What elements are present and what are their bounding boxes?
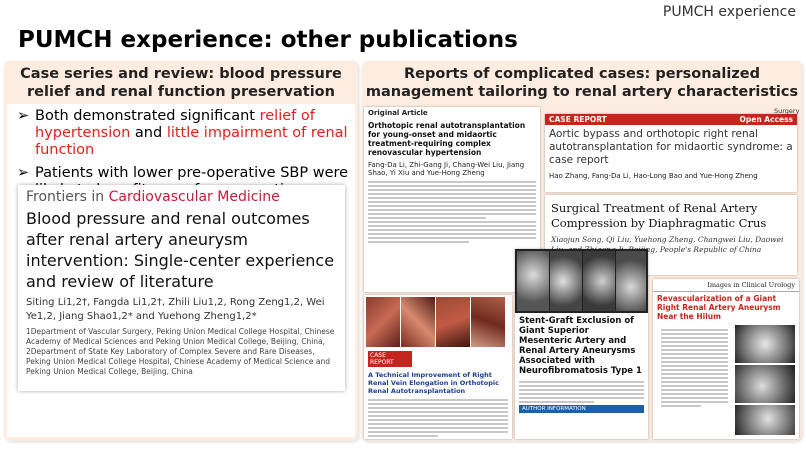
paper-5-title: Stent-Graft Exclusion of Giant Superior … bbox=[519, 316, 642, 376]
article-authors: Siting Li1,2†, Fangda Li1,2†, Zhili Liu1… bbox=[26, 297, 325, 322]
surgical-photo bbox=[436, 297, 470, 347]
paper-4-label: CASE REPORT bbox=[368, 351, 412, 367]
paper-1-authors: Fang-Da Li, Zhi-Gang Ji, Chang-Wei Liu, … bbox=[368, 161, 525, 177]
angiography-image bbox=[616, 251, 646, 311]
bullet-1-text-b: and bbox=[130, 125, 167, 141]
paper-3-title: Surgical Treatment of Renal Artery Compr… bbox=[551, 201, 767, 230]
paper-4-title: A Technical Improvement of Right Renal V… bbox=[368, 371, 499, 395]
bullet-arrow-icon: ➢ bbox=[17, 108, 30, 124]
surgical-photo bbox=[471, 297, 505, 347]
paper-4-body-lines bbox=[368, 399, 508, 437]
paper-2-access: Open Access bbox=[739, 115, 794, 124]
paper-5-section: AUTHOR INFORMATION bbox=[519, 405, 644, 413]
top-label: PUMCH experience bbox=[662, 4, 796, 20]
journal-article-card: Frontiers in Cardiovascular Medicine Blo… bbox=[18, 185, 345, 391]
ct-image bbox=[735, 405, 795, 435]
bullet-1-text-a: Both demonstrated significant bbox=[35, 108, 260, 124]
paper-6-content bbox=[653, 323, 799, 437]
paper-1-label: Original Article bbox=[368, 109, 428, 117]
right-panel-heading: Reports of complicated cases: personaliz… bbox=[365, 66, 799, 100]
bullet-1: ➢ Both demonstrated significant relief o… bbox=[13, 108, 349, 159]
paper-thumbnail-5: Stent-Graft Exclusion of Giant Superior … bbox=[515, 249, 648, 439]
left-panel-heading: Case series and review: blood pressure r… bbox=[20, 66, 342, 100]
journal-name-highlight: Cardiovascular Medicine bbox=[108, 189, 280, 205]
journal-name-prefix: Frontiers in bbox=[26, 189, 109, 205]
paper-thumbnail-2: CASE REPORT Open Access Aortic bypass an… bbox=[545, 114, 797, 192]
surgery-journal-label: Surgery bbox=[774, 107, 800, 115]
paper-2-badge: CASE REPORT bbox=[549, 115, 607, 124]
ct-image bbox=[735, 365, 795, 403]
ct-images bbox=[735, 325, 795, 435]
surgical-photo bbox=[401, 297, 435, 347]
bullet-arrow-icon: ➢ bbox=[17, 165, 30, 181]
surgical-photos bbox=[364, 295, 512, 349]
journal-name: Frontiers in Cardiovascular Medicine bbox=[18, 185, 345, 205]
right-panel: Reports of complicated cases: personaliz… bbox=[362, 61, 802, 441]
paper-6-body-lines bbox=[661, 327, 728, 433]
paper-5-body-lines bbox=[519, 381, 644, 403]
paper-thumbnail-4: CASE REPORT A Technical Improvement of R… bbox=[364, 295, 512, 439]
case-report-bar: CASE REPORT Open Access bbox=[545, 114, 797, 125]
angiography-image bbox=[550, 251, 582, 311]
surgical-photo bbox=[366, 297, 400, 347]
paper-6-section: Images in Clinical Urology bbox=[653, 279, 799, 292]
article-title: Blood pressure and renal outcomes after … bbox=[26, 209, 335, 291]
paper-thumbnail-1: Original Article Orthotopic renal autotr… bbox=[364, 107, 540, 292]
page-title: PUMCH experience: other publications bbox=[18, 27, 518, 53]
paper-2-authors: Hao Zhang, Fang-Da Li, Hao-Long Bao and … bbox=[549, 172, 758, 180]
article-affiliation: 1Department of Vascular Surgery, Peking … bbox=[26, 327, 335, 376]
paper-6-title: Revascularization of a Giant Right Renal… bbox=[657, 294, 781, 321]
left-panel: Case series and review: blood pressure r… bbox=[4, 61, 358, 441]
angiography-image bbox=[517, 251, 549, 311]
angiography-image bbox=[583, 251, 615, 311]
angiography-images bbox=[515, 249, 648, 313]
paper-thumbnail-6: Images in Clinical Urology Revasculariza… bbox=[653, 279, 799, 439]
paper-1-title: Orthotopic renal autotransplantation for… bbox=[368, 121, 526, 157]
ct-image bbox=[735, 325, 795, 363]
paper-1-body-lines bbox=[368, 181, 536, 243]
paper-2-title: Aortic bypass and orthotopic right renal… bbox=[549, 128, 793, 166]
